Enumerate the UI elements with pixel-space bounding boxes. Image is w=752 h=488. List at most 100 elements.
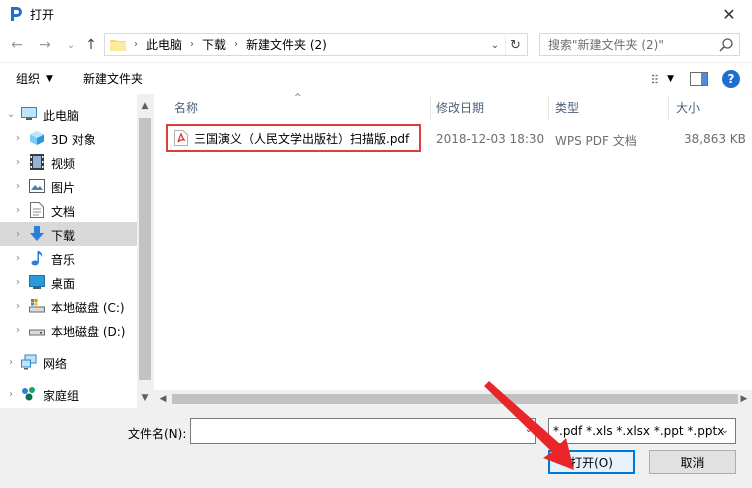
column-header-name[interactable]: 名称	[174, 94, 432, 120]
computer-icon	[21, 106, 37, 122]
breadcrumb-separator: ›	[190, 39, 195, 50]
filetype-select[interactable]: *.pdf *.xls *.xlsx *.ppt *.pptx ⌄	[548, 418, 736, 444]
drive-c-icon	[29, 298, 45, 314]
nav-item-music[interactable]: › 音乐	[0, 246, 137, 270]
nav-item-this-pc[interactable]: ⌄ 此电脑	[0, 102, 137, 126]
nav-item-homegroup[interactable]: › 家庭组	[0, 382, 137, 406]
nav-item-drive-c[interactable]: › 本地磁盘 (C:)	[0, 294, 137, 318]
chevron-right-icon[interactable]: ›	[13, 229, 23, 240]
nav-item-documents[interactable]: › 文档	[0, 198, 137, 222]
video-icon	[29, 154, 45, 170]
help-button[interactable]: ?	[720, 69, 742, 89]
picture-icon	[29, 178, 45, 194]
open-button[interactable]: 打开(O)	[548, 450, 635, 474]
back-button[interactable]: ←	[8, 36, 26, 54]
nav-item-label: 此电脑	[43, 109, 80, 123]
nav-item-label: 网络	[43, 357, 68, 371]
chevron-right-icon[interactable]: ›	[13, 181, 23, 192]
nav-item-desktop[interactable]: › 桌面	[0, 270, 137, 294]
chevron-right-icon[interactable]: ›	[13, 277, 23, 288]
chevron-down-icon[interactable]: ⌄	[6, 109, 16, 120]
search-icon[interactable]	[718, 37, 734, 53]
dialog-footer: 文件名(N): ⌄ *.pdf *.xls *.xlsx *.ppt *.ppt…	[0, 408, 752, 488]
breadcrumb-this-pc[interactable]: 此电脑	[146, 36, 182, 53]
window-title: 打开	[30, 7, 55, 22]
column-header-type[interactable]: 类型	[555, 94, 667, 120]
chevron-right-icon[interactable]: ›	[13, 301, 23, 312]
column-header-label: 名称	[174, 100, 199, 115]
address-dropdown-button[interactable]: ⌄	[487, 37, 503, 53]
chevron-down-icon: ⌄	[720, 425, 729, 436]
column-header-label: 修改日期	[436, 100, 485, 115]
drive-d-icon	[29, 322, 45, 338]
preview-pane-button[interactable]	[688, 69, 710, 89]
nav-item-videos[interactable]: › 视频	[0, 150, 137, 174]
file-modified-date: 2018-12-03 18:30	[436, 132, 545, 146]
cancel-button[interactable]: 取消	[649, 450, 736, 474]
scrollbar-thumb[interactable]	[139, 118, 151, 380]
file-row-highlighted[interactable]: 三国演义（人民文学出版社）扫描版.pdf	[166, 124, 421, 152]
scroll-up-arrow-icon[interactable]: ▲	[137, 98, 153, 114]
chevron-right-icon[interactable]: ›	[13, 133, 23, 144]
nav-item-label: 本地磁盘 (C:)	[51, 301, 125, 315]
chevron-right-icon[interactable]: ›	[13, 325, 23, 336]
file-list: 名称 ^ 修改日期 类型 大小 三国演义（人民文学出版社）扫描版.pdf 201…	[154, 93, 752, 408]
chevron-right-icon[interactable]: ›	[13, 205, 23, 216]
column-separator[interactable]	[668, 96, 669, 120]
chevron-down-icon[interactable]: ⌄	[525, 424, 533, 435]
network-icon	[21, 354, 37, 370]
desktop-icon	[29, 274, 45, 290]
3d-objects-icon	[29, 130, 45, 146]
command-toolbar: 组织 ▼ 新建文件夹 ▼ ?	[0, 62, 752, 94]
forward-button[interactable]: →	[36, 36, 54, 54]
recent-locations-button[interactable]: ⌄	[62, 36, 80, 54]
nav-item-label: 本地磁盘 (D:)	[51, 325, 126, 339]
close-icon: ✕	[722, 4, 736, 24]
nav-item-network[interactable]: › 网络	[0, 350, 137, 374]
chevron-right-icon[interactable]: ›	[13, 157, 23, 168]
filename-label: 文件名(N):	[128, 427, 187, 441]
navpane-vertical-scrollbar[interactable]: ▲ ▼	[137, 94, 153, 408]
view-options-button[interactable]: ▼	[652, 69, 674, 89]
nav-item-downloads[interactable]: › 下载	[0, 222, 137, 246]
new-folder-button[interactable]: 新建文件夹	[83, 70, 143, 87]
caret-down-icon: ▼	[667, 74, 674, 84]
chevron-right-icon[interactable]: ›	[6, 389, 16, 400]
up-arrow-icon: ↑	[85, 37, 97, 53]
forward-arrow-icon: →	[39, 37, 51, 53]
refresh-button[interactable]: ↻	[505, 35, 525, 55]
document-icon	[29, 202, 45, 218]
breadcrumb-downloads[interactable]: 下载	[202, 36, 226, 53]
address-bar[interactable]: › 此电脑 › 下载 › 新建文件夹 (2) ⌄ ↻	[104, 33, 528, 56]
filename-input[interactable]: ⌄	[190, 418, 536, 444]
column-separator[interactable]	[548, 96, 549, 120]
column-header-size[interactable]: 大小	[676, 94, 746, 120]
nav-item-pictures[interactable]: › 图片	[0, 174, 137, 198]
column-separator[interactable]	[430, 96, 431, 120]
column-header-modified[interactable]: 修改日期	[436, 94, 548, 120]
up-button[interactable]: ↑	[82, 36, 100, 54]
nav-item-3d-objects[interactable]: › 3D 对象	[0, 126, 137, 150]
scroll-right-arrow-icon[interactable]: ▶	[736, 391, 752, 407]
organize-menu-button[interactable]: 组织 ▼	[16, 70, 53, 87]
chevron-down-icon: ⌄	[66, 39, 76, 51]
wps-pdf-app-icon	[8, 6, 24, 22]
nav-item-label: 桌面	[51, 277, 76, 291]
help-icon: ?	[722, 70, 740, 88]
navigation-bar: ← → ⌄ ↑ › 此电脑 › 下载 › 新建文件夹 (2) ⌄ ↻ 搜索"新建…	[0, 28, 752, 62]
nav-item-drive-d[interactable]: › 本地磁盘 (D:)	[0, 318, 137, 342]
breadcrumb-separator: ›	[134, 39, 138, 50]
scroll-left-arrow-icon[interactable]: ◀	[155, 391, 171, 407]
chevron-right-icon[interactable]: ›	[6, 357, 16, 368]
scrollbar-thumb[interactable]	[172, 394, 738, 404]
organize-label: 组织	[16, 72, 41, 86]
search-input[interactable]: 搜索"新建文件夹 (2)"	[539, 33, 740, 56]
caret-down-icon: ▼	[46, 73, 53, 84]
breadcrumb-new-folder-2[interactable]: 新建文件夹 (2)	[246, 36, 327, 53]
nav-item-label: 3D 对象	[51, 133, 96, 147]
chevron-right-icon[interactable]: ›	[13, 253, 23, 264]
column-header-label: 类型	[555, 100, 580, 115]
scroll-down-arrow-icon[interactable]: ▼	[137, 390, 153, 406]
filelist-horizontal-scrollbar[interactable]: ◀ ▶	[154, 390, 752, 408]
close-button[interactable]: ✕	[706, 0, 752, 28]
